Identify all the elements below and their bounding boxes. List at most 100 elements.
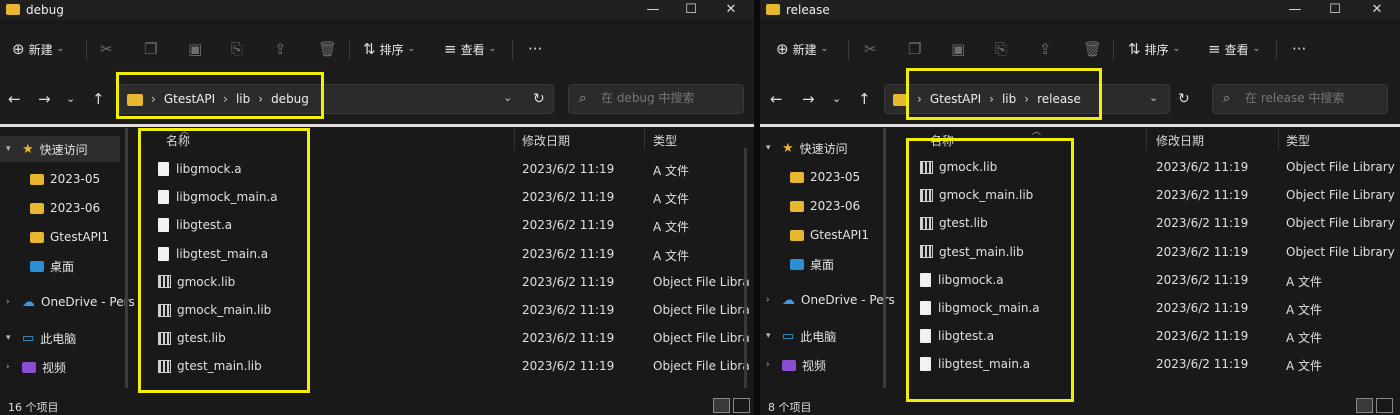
search-box[interactable]: ⌕ bbox=[568, 84, 744, 114]
search-input[interactable] bbox=[601, 91, 741, 105]
refresh-icon[interactable]: ↻ bbox=[1178, 91, 1190, 107]
file-row[interactable]: gmock_main.lib 2023/6/2 11:19 Object File … bbox=[128, 296, 750, 324]
sidebar-item-videos[interactable]: › 视频 bbox=[0, 354, 66, 380]
file-row[interactable]: gmock.lib 2023/6/2 11:19 Object File Libra bbox=[128, 268, 750, 296]
search-input[interactable] bbox=[1245, 91, 1385, 105]
sidebar-item-desktop[interactable]: 桌面 bbox=[0, 253, 74, 279]
file-row[interactable]: gtest.lib 2023/6/2 11:19 Object File Libra… bbox=[886, 209, 1400, 237]
file-name-cell[interactable]: libgtest_main.a bbox=[920, 357, 1030, 372]
new-button[interactable]: ⊕ 新建 ⌄ bbox=[776, 38, 828, 60]
sort-button[interactable]: ⇅ 排序 ⌄ bbox=[1128, 38, 1180, 60]
more-options-button[interactable]: ··· bbox=[1292, 38, 1306, 60]
details-view-button[interactable] bbox=[1356, 398, 1373, 413]
maximize-button[interactable]: ☐ bbox=[1320, 2, 1350, 17]
title-bar[interactable]: release — ☐ ✕ bbox=[760, 0, 1400, 20]
file-name-cell[interactable]: gtest_main.lib bbox=[158, 359, 262, 373]
file-row[interactable]: libgtest.a 2023/6/2 11:19 A 文件 bbox=[886, 322, 1400, 350]
address-bar[interactable]: › GtestAPI › lib › debug ⌄ bbox=[118, 84, 554, 114]
file-name-cell[interactable]: libgmock.a bbox=[158, 162, 242, 176]
file-name-cell[interactable]: gmock.lib bbox=[920, 160, 997, 174]
file-row[interactable]: libgmock_main.a 2023/6/2 11:19 A 文件 bbox=[128, 183, 740, 211]
file-row[interactable]: libgmock.a 2023/6/2 11:19 A 文件 bbox=[128, 155, 740, 183]
file-row[interactable]: libgtest_main.a 2023/6/2 11:19 A 文件 bbox=[128, 240, 740, 268]
file-name-cell[interactable]: gtest_main.lib bbox=[920, 245, 1024, 259]
sidebar-item-onedrive[interactable]: › ☁ OneDrive - Pers bbox=[0, 289, 135, 315]
file-name-cell[interactable]: libgmock_main.a bbox=[158, 190, 278, 205]
copy-button[interactable]: ❐ bbox=[144, 38, 157, 60]
back-arrow-icon[interactable]: ← bbox=[770, 90, 783, 108]
sidebar-item-this-pc[interactable]: ▾ ▭ 此电脑 bbox=[0, 325, 76, 351]
file-name-cell[interactable]: gtest.lib bbox=[920, 216, 988, 230]
file-row[interactable]: libgtest.a 2023/6/2 11:19 A 文件 bbox=[128, 211, 740, 239]
address-bar[interactable]: › GtestAPI › lib › release ⌄ bbox=[884, 84, 1170, 114]
column-header-type[interactable]: 类型 bbox=[1286, 132, 1310, 149]
file-name-cell[interactable]: libgtest.a bbox=[920, 329, 994, 344]
close-button[interactable]: ✕ bbox=[716, 2, 746, 17]
forward-arrow-icon[interactable]: → bbox=[38, 90, 51, 108]
new-button[interactable]: ⊕ 新建 ⌄ bbox=[12, 38, 64, 60]
file-row[interactable]: gtest.lib 2023/6/2 11:19 Object File Libra bbox=[128, 324, 750, 352]
list-scrollbar[interactable] bbox=[744, 148, 747, 388]
paste-button[interactable]: ▣ bbox=[951, 38, 965, 60]
rename-button[interactable]: ⎘ bbox=[995, 38, 1007, 60]
view-button[interactable]: ≡ 查看 ⌄ bbox=[1208, 38, 1260, 60]
share-button[interactable]: ⇪ bbox=[1039, 38, 1052, 60]
column-divider[interactable] bbox=[514, 128, 515, 150]
file-row[interactable]: gtest_main.lib 2023/6/2 11:19 Object File … bbox=[886, 238, 1400, 266]
sidebar-item-gtestapi1[interactable]: GtestAPI1 bbox=[0, 224, 109, 250]
back-arrow-icon[interactable]: ← bbox=[8, 90, 21, 108]
column-divider[interactable] bbox=[1146, 128, 1147, 150]
sidebar-item-gtestapi1[interactable]: GtestAPI1 bbox=[760, 222, 869, 248]
sidebar-item-quick-access[interactable]: ▾ ★ 快速访问 bbox=[760, 135, 880, 161]
breadcrumb-item[interactable]: GtestAPI bbox=[164, 92, 215, 106]
address-dropdown-icon[interactable]: ⌄ bbox=[1149, 91, 1158, 104]
minimize-button[interactable]: — bbox=[638, 2, 668, 17]
file-name-cell[interactable]: libgtest.a bbox=[158, 218, 232, 233]
file-name-cell[interactable]: gmock.lib bbox=[158, 275, 235, 289]
file-name-cell[interactable]: libgmock_main.a bbox=[920, 301, 1040, 315]
column-header-date[interactable]: 修改日期 bbox=[522, 132, 570, 149]
breadcrumb-item[interactable]: release bbox=[1037, 92, 1081, 106]
file-row[interactable]: gmock.lib 2023/6/2 11:19 Object File Libra… bbox=[886, 153, 1400, 181]
forward-arrow-icon[interactable]: → bbox=[802, 90, 815, 108]
column-header-date[interactable]: 修改日期 bbox=[1156, 132, 1204, 149]
file-row[interactable]: libgmock_main.a 2023/6/2 11:19 A 文件 bbox=[886, 294, 1400, 322]
sidebar-item-desktop[interactable]: 桌面 bbox=[760, 251, 834, 277]
more-options-button[interactable]: ··· bbox=[528, 38, 542, 60]
breadcrumb-item[interactable]: GtestAPI bbox=[930, 92, 981, 106]
paste-button[interactable]: ▣ bbox=[188, 38, 202, 60]
details-view-button[interactable] bbox=[713, 398, 730, 413]
recent-chevron-icon[interactable]: ⌄ bbox=[66, 92, 75, 105]
sidebar-item-onedrive[interactable]: › ☁ OneDrive - Pers bbox=[760, 287, 895, 313]
breadcrumb-item[interactable]: lib bbox=[1002, 92, 1016, 106]
cut-button[interactable]: ✂ bbox=[864, 38, 877, 60]
file-name-cell[interactable]: libgtest_main.a bbox=[158, 246, 268, 261]
column-divider[interactable] bbox=[1278, 128, 1279, 150]
tiles-view-button[interactable] bbox=[733, 398, 750, 413]
sidebar-item-2023-06[interactable]: 2023-06 bbox=[0, 195, 100, 221]
sidebar-item-this-pc[interactable]: ▾ ▭ 此电脑 bbox=[760, 323, 836, 349]
rename-button[interactable]: ⎘ bbox=[231, 38, 243, 60]
maximize-button[interactable]: ☐ bbox=[676, 2, 706, 17]
share-button[interactable]: ⇪ bbox=[274, 38, 287, 60]
sidebar-item-2023-06[interactable]: 2023-06 bbox=[760, 193, 860, 219]
column-header-type[interactable]: 类型 bbox=[653, 132, 677, 149]
file-row[interactable]: libgmock.a 2023/6/2 11:19 A 文件 bbox=[886, 266, 1400, 294]
file-row[interactable]: gmock_main.lib 2023/6/2 11:19 Object File … bbox=[886, 181, 1400, 209]
up-arrow-icon[interactable]: ↑ bbox=[92, 90, 105, 108]
sidebar-item-quick-access[interactable]: ▾ ★ 快速访问 bbox=[0, 136, 120, 162]
cut-button[interactable]: ✂ bbox=[100, 38, 113, 60]
address-dropdown-icon[interactable]: ⌄ bbox=[503, 91, 512, 104]
recent-chevron-icon[interactable]: ⌄ bbox=[832, 92, 841, 105]
tiles-view-button[interactable] bbox=[1376, 398, 1393, 413]
file-name-cell[interactable]: gtest.lib bbox=[158, 331, 226, 345]
sidebar-item-2023-05[interactable]: 2023-05 bbox=[760, 164, 860, 190]
delete-button[interactable]: 🗑 bbox=[318, 38, 337, 60]
view-button[interactable]: ≡ 查看 ⌄ bbox=[444, 38, 496, 60]
column-header-name[interactable]: 名称 bbox=[930, 132, 954, 149]
search-box[interactable]: ⌕ bbox=[1212, 84, 1388, 114]
file-name-cell[interactable]: libgmock.a bbox=[920, 272, 1004, 287]
column-header-name[interactable]: 名称 bbox=[166, 132, 190, 149]
minimize-button[interactable]: — bbox=[1280, 2, 1310, 17]
breadcrumb-item[interactable]: debug bbox=[271, 92, 309, 106]
